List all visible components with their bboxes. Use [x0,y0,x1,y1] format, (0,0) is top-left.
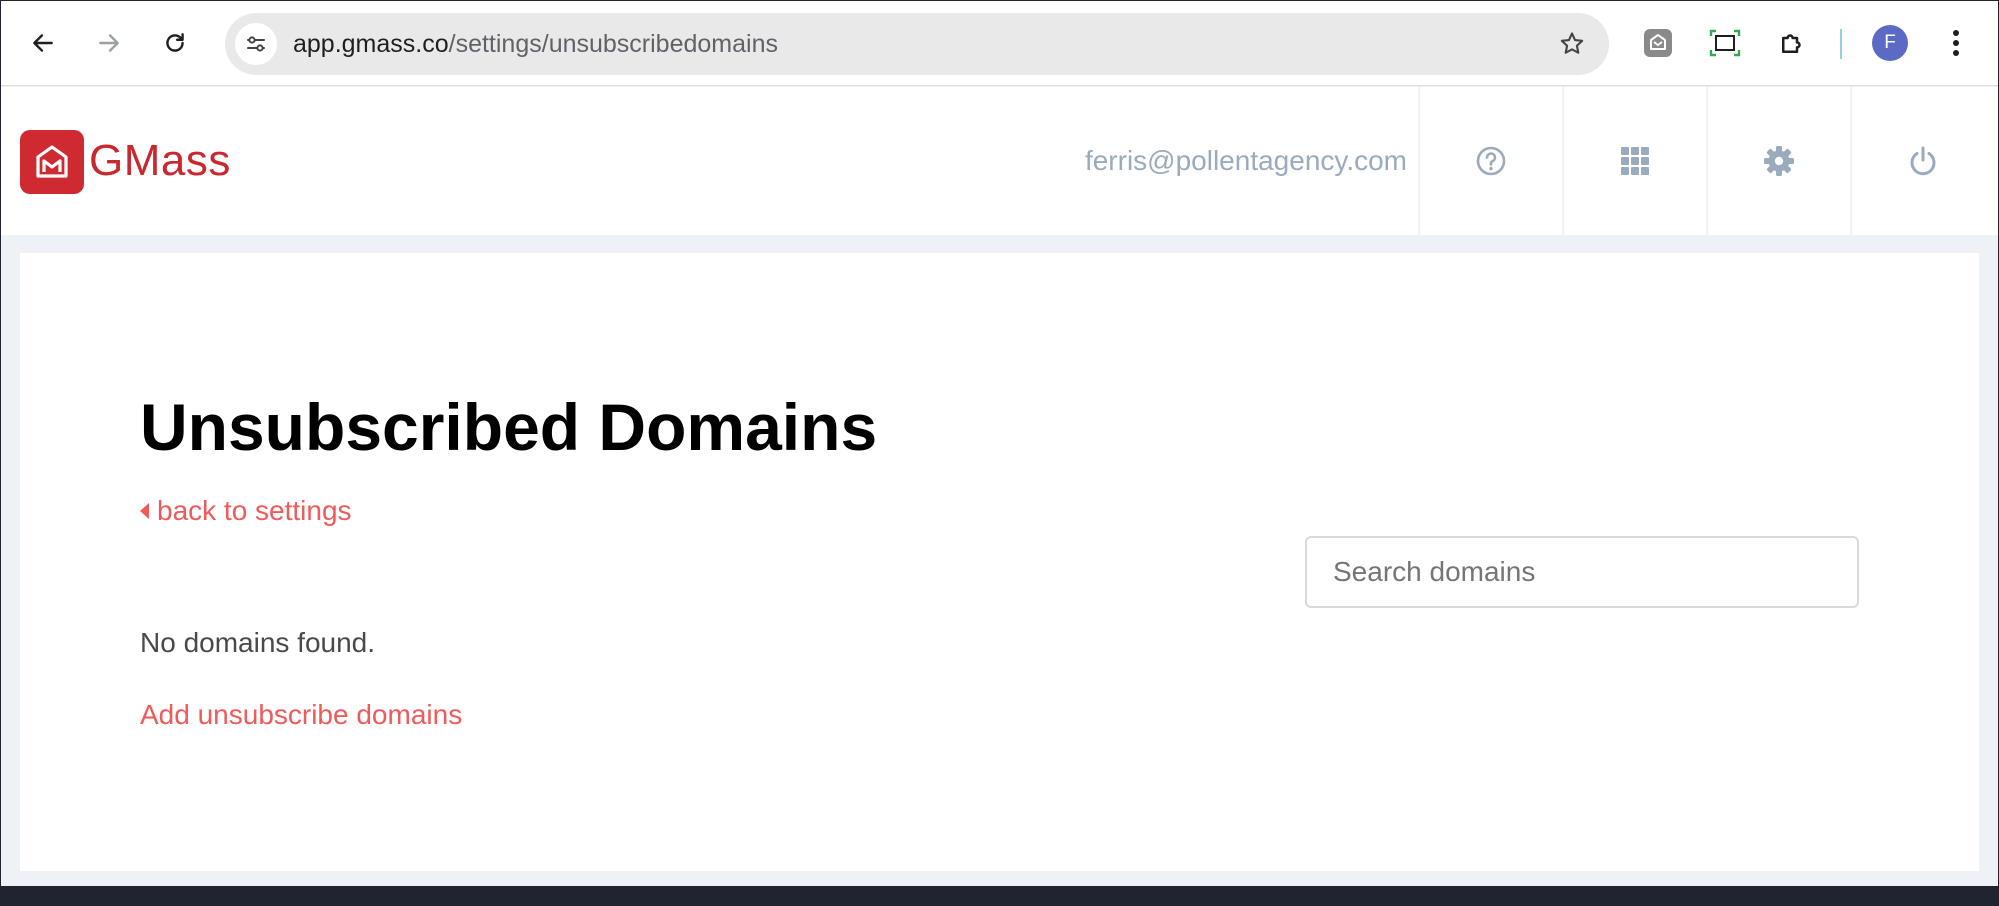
bookmark-star-icon[interactable] [1557,29,1587,59]
browser-toolbar: app.gmass.co/settings/unsubscribedomains… [1,1,1998,86]
caret-left-icon [140,503,149,519]
extensions-puzzle-icon[interactable] [1774,25,1810,61]
gear-icon[interactable] [1706,87,1850,235]
app-window: app.gmass.co/settings/unsubscribedomains… [1,1,1998,886]
gmass-extension-icon[interactable] [1640,25,1676,61]
url-text[interactable]: app.gmass.co/settings/unsubscribedomains [293,13,778,75]
search-domains-input[interactable] [1305,536,1859,608]
browser-menu-icon[interactable] [1938,25,1974,61]
content-card: Unsubscribed Domains back to settings No… [20,253,1979,871]
apps-grid-icon[interactable] [1562,87,1706,235]
user-email: ferris@pollentagency.com [1084,145,1407,176]
reload-icon[interactable] [155,23,195,63]
help-circle-icon[interactable] [1418,87,1562,235]
back-to-settings-link[interactable]: back to settings [140,493,352,529]
profile-avatar[interactable]: F [1872,25,1908,61]
site-info-icon[interactable] [235,23,277,65]
add-unsubscribe-domains-link[interactable]: Add unsubscribe domains [140,697,462,733]
page-title: Unsubscribed Domains [140,390,878,464]
logo-text[interactable]: GMass [89,133,231,189]
screen-capture-icon[interactable] [1707,25,1743,61]
gmass-logo-icon[interactable] [20,130,84,194]
app-header: GMass ferris@pollentagency.com [1,87,1998,235]
back-arrow-icon[interactable] [23,23,63,63]
url-host: app.gmass.co [293,30,449,58]
back-link-label: back to settings [157,495,352,526]
address-bar[interactable]: app.gmass.co/settings/unsubscribedomains [225,13,1609,75]
url-path: /settings/unsubscribedomains [448,30,778,58]
toolbar-separator [1840,29,1842,59]
power-icon[interactable] [1850,87,1994,235]
forward-arrow-icon[interactable] [89,23,129,63]
empty-state-message: No domains found. [140,627,376,658]
